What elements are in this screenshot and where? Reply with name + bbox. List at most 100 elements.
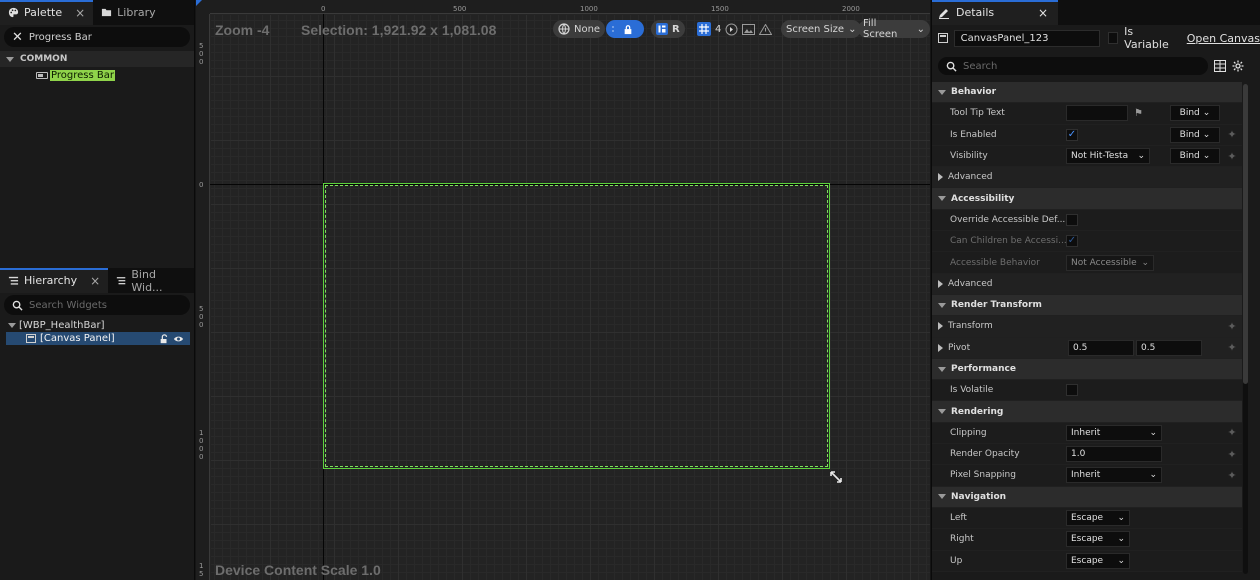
- tab-bind-widgets[interactable]: Bind Wid...: [108, 267, 194, 294]
- category-accessibility[interactable]: Accessibility: [932, 188, 1242, 210]
- is-volatile-checkbox[interactable]: [1066, 384, 1078, 397]
- tab-palette-label: Palette: [24, 6, 63, 19]
- is-variable-checkbox[interactable]: [1107, 32, 1119, 44]
- row-is-enabled: Is Enabled ✓ Bind ⌄ ✦: [932, 124, 1242, 146]
- screen-size-dropdown[interactable]: Screen Size ⌄: [781, 20, 862, 38]
- chevron-down-icon: ⌄: [1202, 108, 1211, 119]
- visibility-dropdown[interactable]: Not Hit-Testa ⌄: [1066, 148, 1150, 165]
- hierarchy-search-input[interactable]: [29, 299, 179, 311]
- visibility-value: Not Hit-Testa: [1071, 151, 1129, 162]
- category-rendering[interactable]: Rendering: [932, 401, 1242, 423]
- is-enabled-checkbox[interactable]: ✓: [1066, 128, 1078, 141]
- globe-icon: [558, 23, 570, 35]
- pivot-x-input[interactable]: 0.5: [1068, 339, 1134, 356]
- eye-icon[interactable]: [173, 334, 184, 344]
- close-icon[interactable]: ×: [90, 274, 100, 288]
- gear-icon[interactable]: [1232, 60, 1244, 72]
- override-accessible-checkbox[interactable]: [1066, 213, 1078, 226]
- canvas-panel-outline[interactable]: [323, 183, 830, 469]
- tree-root[interactable]: [WBP_HealthBar]: [0, 319, 194, 332]
- flag-icon[interactable]: ⚑: [1134, 108, 1143, 119]
- reset-icon[interactable]: ✦: [1222, 341, 1242, 354]
- clear-search-icon[interactable]: ✕: [12, 30, 23, 45]
- property-label: Right: [950, 534, 974, 545]
- warning-icon[interactable]: [759, 23, 773, 35]
- details-search-input[interactable]: [963, 60, 1183, 72]
- reset-icon[interactable]: ✦: [1222, 150, 1242, 163]
- tab-details[interactable]: Details ×: [932, 0, 1058, 25]
- collapse-arrow-icon: [938, 89, 946, 95]
- nav-up-dropdown[interactable]: Escape ⌄: [1066, 552, 1130, 569]
- property-label: Can Children be Accessi...: [950, 236, 1066, 247]
- grid-snap-value: 4: [715, 23, 722, 35]
- category-behavior[interactable]: Behavior: [932, 82, 1242, 104]
- tree-item-canvas-panel[interactable]: [Canvas Panel]: [6, 332, 190, 345]
- category-performance[interactable]: Performance: [932, 358, 1242, 381]
- palette-item-progress-bar[interactable]: Progress Bar: [0, 67, 194, 83]
- expand-arrow-icon: [938, 279, 943, 288]
- image-icon[interactable]: [742, 23, 756, 35]
- unlock-icon[interactable]: [159, 333, 169, 344]
- reset-icon[interactable]: ✦: [1222, 448, 1242, 461]
- scrollbar-thumb[interactable]: [1243, 84, 1248, 384]
- bind-button[interactable]: Bind ⌄: [1170, 105, 1220, 122]
- clipping-dropdown[interactable]: Inherit ⌄: [1066, 424, 1162, 441]
- reset-icon[interactable]: ✦: [1222, 320, 1242, 333]
- section-common[interactable]: COMMON: [0, 51, 194, 67]
- folder-icon: [102, 8, 112, 17]
- tab-library[interactable]: Library: [93, 0, 163, 25]
- pixel-snapping-dropdown[interactable]: Inherit ⌄: [1066, 467, 1162, 484]
- nav-left-dropdown[interactable]: Escape ⌄: [1066, 510, 1130, 527]
- tab-palette[interactable]: Palette ×: [0, 0, 94, 25]
- designer-viewport[interactable]: 0 500 1000 1500 2000 5 0 0 0 5 0 0 1 0 0…: [196, 0, 930, 580]
- tree-root-label: [WBP_HealthBar]: [19, 320, 105, 331]
- grid-snap-toggle[interactable]: 4: [695, 20, 774, 38]
- subcategory-advanced[interactable]: Advanced: [932, 167, 1242, 189]
- respect-locks-toggle[interactable]: [606, 20, 644, 38]
- layout-toggle[interactable]: R: [651, 20, 685, 38]
- hierarchy-tabbar: Hierarchy × Bind Wid...: [0, 267, 194, 294]
- expand-arrow-icon[interactable]: [938, 343, 943, 352]
- details-search: [938, 57, 1208, 75]
- bind-button[interactable]: Bind ⌄: [1170, 126, 1220, 143]
- palette-search-input[interactable]: [28, 31, 179, 43]
- tab-bind-widgets-label: Bind Wid...: [131, 267, 163, 294]
- reset-icon[interactable]: ✦: [1222, 128, 1242, 141]
- ruler-left-label: 0: [199, 181, 204, 189]
- bind-button[interactable]: Bind ⌄: [1170, 148, 1220, 165]
- tab-hierarchy[interactable]: Hierarchy ×: [0, 268, 109, 293]
- category-label: Navigation: [951, 491, 1007, 502]
- pointer-circle-icon[interactable]: [725, 23, 738, 36]
- fill-screen-dropdown[interactable]: Fill Screen ⌄: [858, 18, 930, 40]
- bind-label: Bind: [1179, 108, 1200, 119]
- property-label: Visibility: [950, 151, 988, 162]
- ruler-left-label: 1 0 0 0: [199, 429, 204, 461]
- category-navigation[interactable]: Navigation: [932, 486, 1242, 508]
- tooltip-text-input[interactable]: [1066, 105, 1128, 122]
- widget-name-row: Is Variable Open Canvas: [932, 25, 1260, 51]
- render-opacity-input[interactable]: 1.0: [1066, 446, 1162, 463]
- list-icon: [117, 277, 126, 285]
- property-value: Not Accessible ⌄: [1066, 254, 1222, 271]
- details-scrollbar[interactable]: [1243, 84, 1248, 574]
- nav-right-dropdown[interactable]: Escape ⌄: [1066, 531, 1130, 548]
- bind-label: Bind: [1179, 129, 1200, 140]
- close-icon[interactable]: ×: [1038, 6, 1048, 20]
- open-canvas-link[interactable]: Open Canvas: [1187, 32, 1260, 45]
- property-label: Tool Tip Text: [950, 108, 1005, 119]
- row-nav-up: Up Escape ⌄: [932, 550, 1242, 572]
- localization-preview-button[interactable]: None: [553, 20, 606, 38]
- pivot-y-input[interactable]: 0.5: [1136, 339, 1202, 356]
- property-value: Not Hit-Testa ⌄ Bind ⌄: [1066, 148, 1222, 165]
- chevron-down-icon: ⌄: [916, 23, 925, 35]
- close-icon[interactable]: ×: [75, 6, 85, 20]
- category-render-transform[interactable]: Render Transform: [932, 294, 1242, 317]
- widget-name-input[interactable]: [953, 29, 1100, 47]
- subcategory-advanced[interactable]: Advanced: [932, 273, 1242, 295]
- row-transform[interactable]: Transform ✦: [932, 316, 1242, 338]
- reset-icon[interactable]: ✦: [1222, 469, 1242, 482]
- expand-arrow-icon: [938, 322, 943, 331]
- resize-handle-icon[interactable]: [829, 470, 843, 484]
- table-view-icon[interactable]: [1214, 60, 1226, 72]
- reset-icon[interactable]: ✦: [1222, 426, 1242, 439]
